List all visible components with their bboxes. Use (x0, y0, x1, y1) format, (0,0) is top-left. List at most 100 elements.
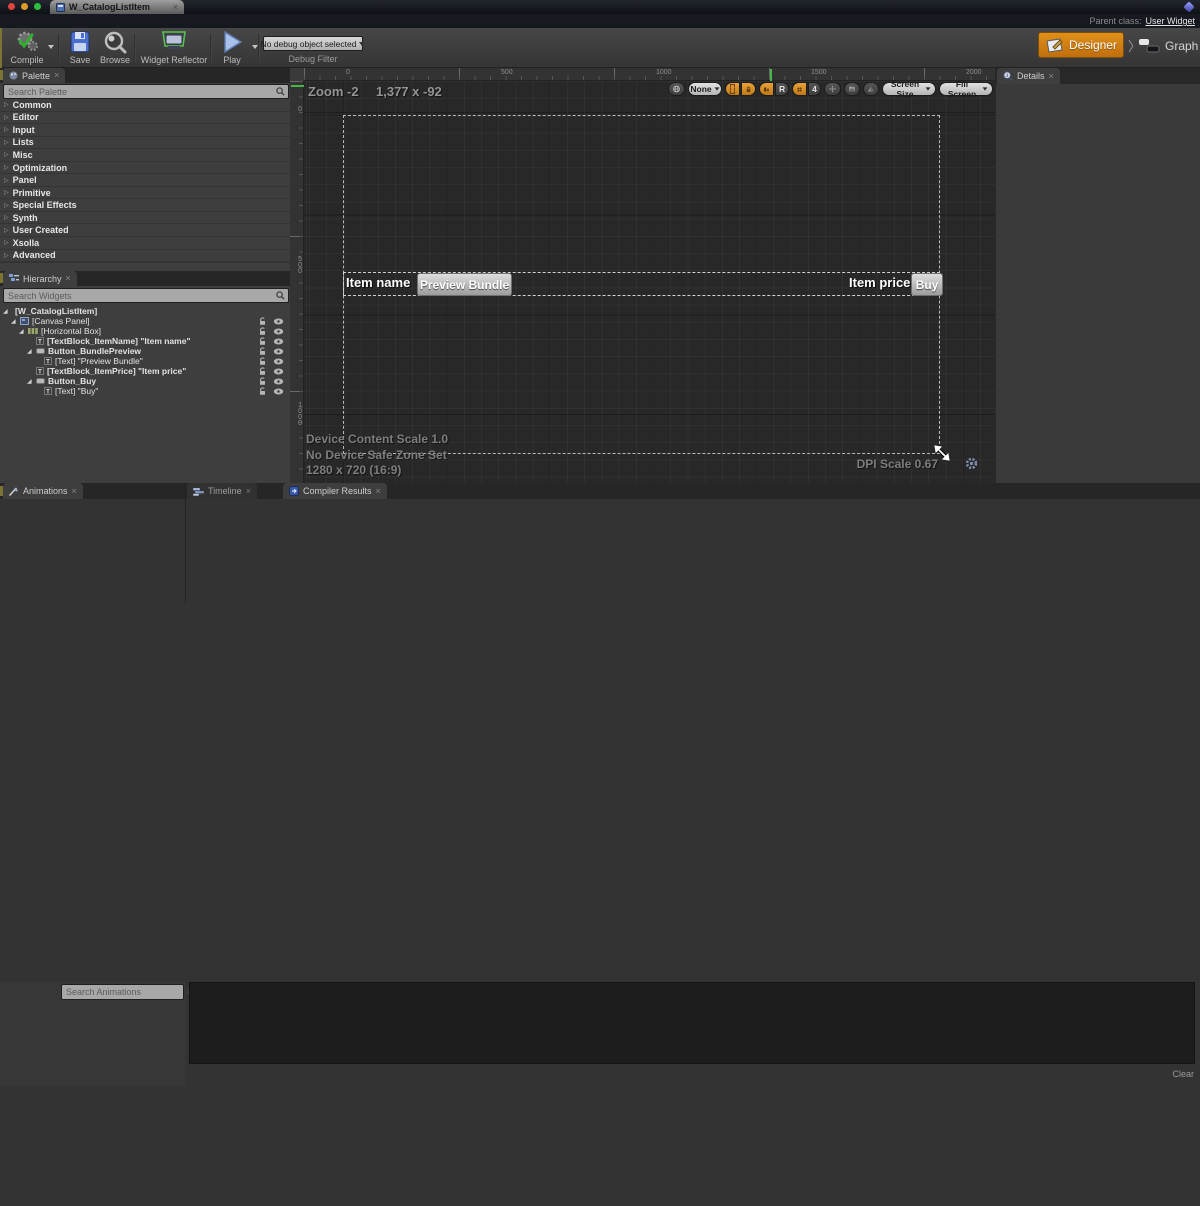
palette-category-input[interactable]: ▷Input (0, 124, 290, 137)
close-tab-icon[interactable]: × (246, 487, 251, 496)
lock-icon[interactable] (259, 357, 267, 366)
hierarchy-search-input[interactable] (4, 289, 276, 302)
expander-icon[interactable]: ▷ (4, 177, 9, 184)
localization-preview-button[interactable] (668, 82, 685, 96)
minimize-window-button[interactable] (21, 3, 28, 10)
preview-buy-button[interactable]: Buy (911, 273, 943, 296)
tab-timeline[interactable]: Timeline × (187, 483, 257, 499)
palette-category-primitive[interactable]: ▷Primitive (0, 187, 290, 200)
close-window-button[interactable] (8, 3, 15, 10)
lock-icon[interactable] (259, 337, 267, 346)
close-tab-icon[interactable]: × (72, 487, 77, 496)
compile-button[interactable]: Compile (6, 30, 48, 65)
hierarchy-search-field[interactable] (3, 288, 289, 303)
expander-icon[interactable]: ▷ (4, 227, 9, 234)
compiler-results-log[interactable] (189, 982, 1195, 1064)
palette-category-xsolla[interactable]: ▷Xsolla (0, 237, 290, 250)
close-tab-icon[interactable]: × (376, 487, 381, 496)
close-tab-icon[interactable]: × (54, 71, 59, 80)
tab-palette[interactable]: Palette × (3, 68, 65, 83)
flow-direction-dropdown[interactable]: None (688, 82, 722, 96)
tab-compiler-results[interactable]: Compiler Results × (283, 483, 387, 499)
expander-icon[interactable]: ◢ (3, 308, 9, 315)
lock-widgets-toggle[interactable] (741, 82, 756, 96)
expander-icon[interactable]: ▷ (4, 164, 9, 171)
dpi-settings-gear-icon[interactable] (965, 457, 978, 470)
alignment-snap-toggle[interactable] (759, 82, 774, 96)
lock-icon[interactable] (259, 367, 267, 376)
respect-locks-toggle[interactable]: R (775, 82, 789, 96)
palette-category-special-effects[interactable]: ▷Special Effects (0, 199, 290, 212)
eye-icon[interactable] (273, 318, 284, 325)
lock-icon[interactable] (259, 317, 267, 326)
palette-search-field[interactable] (3, 84, 289, 99)
lock-icon[interactable] (259, 327, 267, 336)
clear-log-button[interactable]: Clear (1172, 1069, 1194, 1079)
expander-icon[interactable]: ▷ (4, 202, 9, 209)
hierarchy-row[interactable]: T[Text] "Preview Bundle" (0, 356, 290, 366)
close-tab-icon[interactable]: × (173, 3, 178, 12)
tab-animations[interactable]: Animations × (3, 483, 83, 499)
hierarchy-row[interactable]: T[TextBlock_ItemName] "Item name" (0, 336, 290, 346)
expander-icon[interactable]: ▷ (4, 101, 9, 108)
screen-size-dropdown[interactable]: Screen Size (882, 82, 936, 96)
parent-class-link[interactable]: User Widget (1145, 16, 1195, 26)
palette-category-lists[interactable]: ▷Lists (0, 137, 290, 150)
animations-search-field[interactable] (61, 984, 184, 1000)
lock-icon[interactable] (259, 377, 267, 386)
palette-category-editor[interactable]: ▷Editor (0, 112, 290, 125)
expander-icon[interactable]: ▷ (4, 114, 9, 121)
eye-icon[interactable] (273, 348, 284, 355)
hierarchy-row[interactable]: ◢[Canvas Panel] (0, 316, 290, 326)
lock-icon[interactable] (259, 387, 267, 396)
preview-item-price-text[interactable]: Item price (849, 275, 906, 290)
palette-search-input[interactable] (4, 85, 276, 98)
lock-icon[interactable] (259, 347, 267, 356)
compile-options-caret[interactable] (48, 45, 54, 49)
grid-snap-size-button[interactable]: 4 (808, 82, 821, 96)
expander-icon[interactable]: ◢ (19, 328, 25, 335)
animations-search-input[interactable] (62, 985, 187, 999)
eye-icon[interactable] (273, 378, 284, 385)
close-tab-icon[interactable]: × (66, 274, 71, 283)
preview-background-button[interactable] (844, 82, 860, 96)
expander-icon[interactable]: ▷ (4, 139, 9, 146)
close-tab-icon[interactable]: × (1049, 72, 1054, 81)
hierarchy-row[interactable]: T[Text] "Buy" (0, 386, 290, 396)
play-button[interactable]: Play (216, 30, 248, 65)
expander-icon[interactable]: ▷ (4, 252, 9, 259)
hierarchy-row[interactable]: T[TextBlock_ItemPrice] "Item price" (0, 366, 290, 376)
expander-icon[interactable]: ▷ (4, 151, 9, 158)
zoom-window-button[interactable] (34, 3, 41, 10)
preview-item-name-text[interactable]: Item name (346, 275, 410, 290)
hierarchy-row[interactable]: ◢Button_BundlePreview (0, 346, 290, 356)
browse-button[interactable]: Browse (98, 30, 132, 65)
expander-icon[interactable]: ▷ (4, 189, 9, 196)
designer-viewport[interactable]: Zoom -2 1,377 x -92 Item name Preview Bu… (304, 81, 995, 483)
palette-category-misc[interactable]: ▷Misc (0, 149, 290, 162)
expander-icon[interactable]: ▷ (4, 126, 9, 133)
show-outlines-toggle[interactable] (725, 82, 740, 96)
palette-category-panel[interactable]: ▷Panel (0, 174, 290, 187)
transform-mode-button[interactable] (824, 82, 841, 96)
fill-screen-dropdown[interactable]: Fill Screen (939, 82, 993, 96)
palette-category-user-created[interactable]: ▷User Created (0, 224, 290, 237)
mirror-preview-button[interactable] (863, 82, 879, 96)
save-button[interactable]: Save (64, 30, 96, 65)
eye-icon[interactable] (273, 358, 284, 365)
eye-icon[interactable] (273, 338, 284, 345)
expander-icon[interactable]: ◢ (11, 318, 17, 325)
hierarchy-row[interactable]: ◢[Horizontal Box] (0, 326, 290, 336)
preview-bundle-button[interactable]: Preview Bundle (417, 273, 512, 296)
expander-icon[interactable]: ▷ (4, 214, 9, 221)
tab-hierarchy[interactable]: Hierarchy × (3, 271, 77, 286)
panel-divider[interactable] (185, 483, 186, 603)
tab-details[interactable]: i Details × (997, 68, 1060, 84)
palette-category-common[interactable]: ▷Common (0, 99, 290, 112)
eye-icon[interactable] (273, 368, 284, 375)
eye-icon[interactable] (273, 328, 284, 335)
debug-object-dropdown[interactable]: No debug object selected (263, 36, 363, 51)
hierarchy-row[interactable]: ◢Button_Buy (0, 376, 290, 386)
expander-icon[interactable]: ◢ (27, 348, 33, 355)
palette-category-advanced[interactable]: ▷Advanced (0, 250, 290, 263)
